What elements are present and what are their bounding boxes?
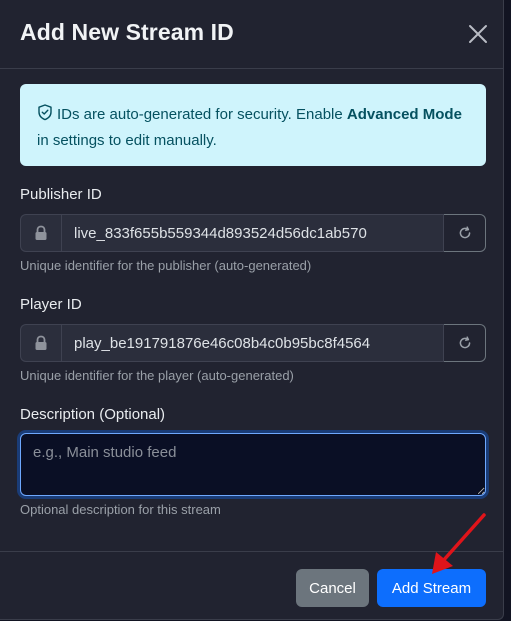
publisher-id-help: Unique identifier for the publisher (aut…: [20, 258, 312, 273]
player-id-help: Unique identifier for the player (auto-g…: [20, 368, 294, 383]
description-textarea[interactable]: [20, 433, 486, 496]
publisher-regenerate-button[interactable]: [444, 214, 486, 252]
alert-text-before: IDs are auto-generated for security. Ena…: [57, 106, 347, 123]
shield-check-icon: [37, 104, 53, 129]
refresh-icon: [459, 226, 470, 239]
publisher-id-group: [20, 214, 486, 252]
modal-title: Add New Stream ID: [20, 19, 234, 45]
alert-advanced-mode: Advanced Mode: [346, 106, 462, 123]
player-id-input[interactable]: [61, 324, 444, 362]
publisher-lock-addon: [20, 214, 61, 252]
description-label: Description (Optional): [20, 406, 166, 423]
lock-icon: [35, 225, 47, 240]
close-icon: [469, 25, 487, 43]
player-lock-addon: [20, 324, 61, 362]
player-id-label: Player ID: [20, 296, 82, 313]
publisher-id-label: Publisher ID: [20, 186, 102, 203]
publisher-id-input[interactable]: [61, 214, 444, 252]
cancel-button[interactable]: Cancel: [296, 569, 369, 607]
player-id-group: [20, 324, 486, 362]
alert-text-after: in settings to edit manually.: [37, 132, 217, 149]
add-stream-button[interactable]: Add Stream: [377, 569, 486, 607]
lock-icon: [35, 335, 47, 350]
close-button[interactable]: [464, 20, 492, 48]
description-help: Optional description for this stream: [20, 502, 221, 517]
add-stream-modal: Add New Stream ID IDs are auto-generated…: [0, 0, 504, 620]
page-background-edge: [504, 0, 511, 620]
player-regenerate-button[interactable]: [444, 324, 486, 362]
refresh-icon: [459, 336, 470, 349]
modal-header: Add New Stream ID: [0, 0, 503, 69]
info-alert: IDs are auto-generated for security. Ena…: [20, 84, 486, 166]
